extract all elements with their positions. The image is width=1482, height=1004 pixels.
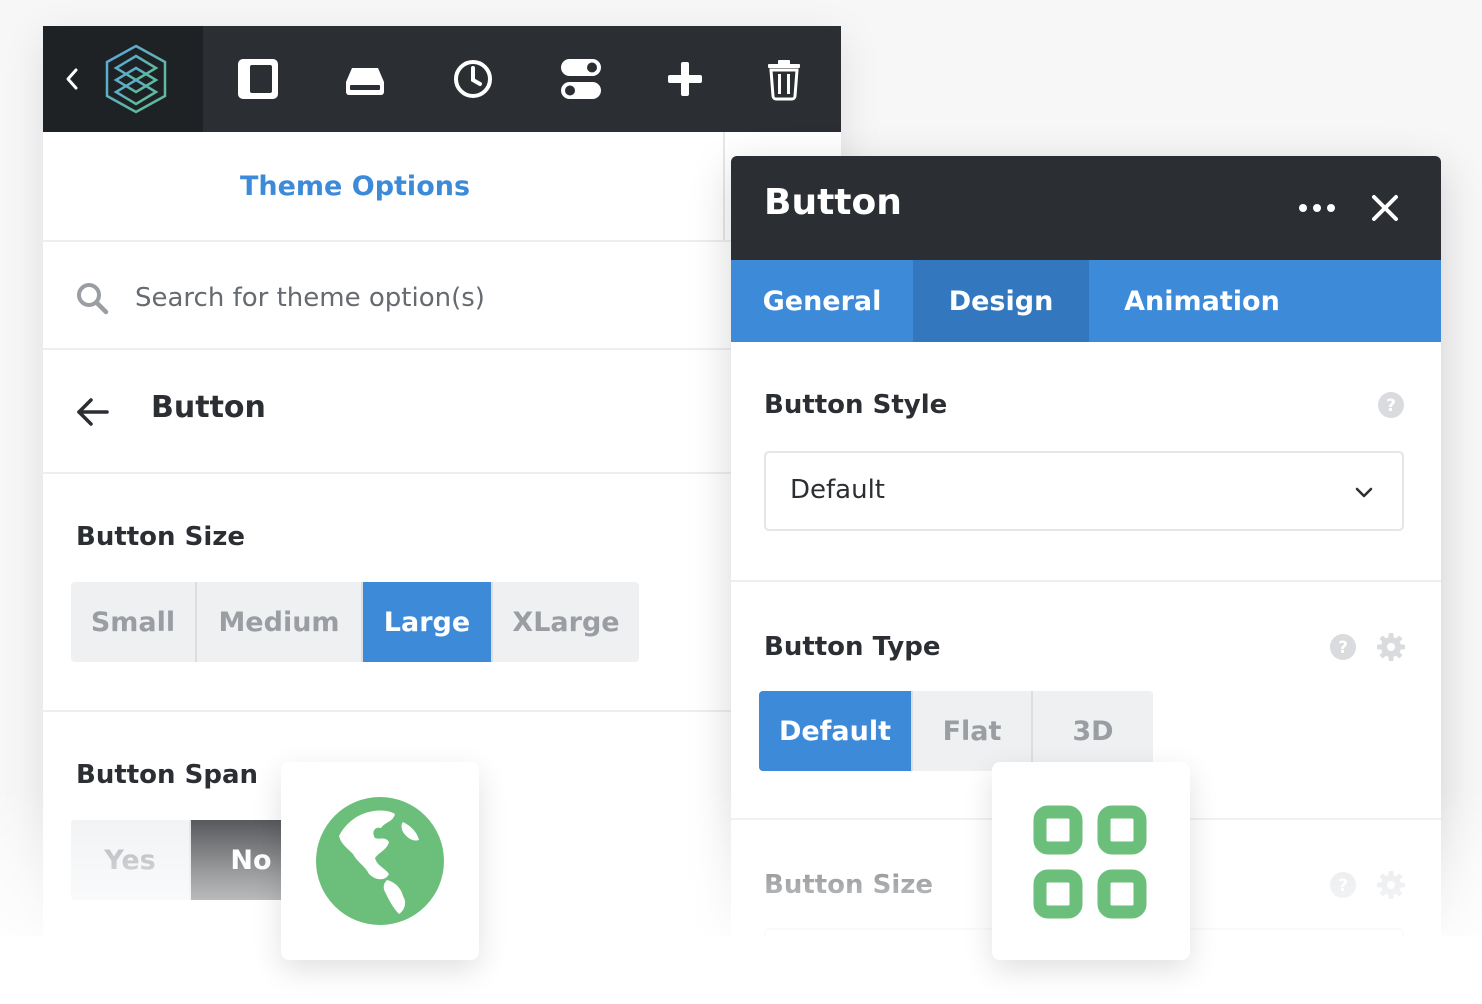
toggles-icon[interactable] — [556, 54, 606, 104]
help-icon[interactable]: ? — [1329, 871, 1357, 899]
drive-icon[interactable] — [340, 54, 390, 104]
button-style-label: Button Style — [764, 390, 948, 420]
section-title: Button — [151, 390, 266, 425]
button-size-small[interactable]: Small — [71, 582, 197, 662]
bottom-area — [0, 936, 1482, 1004]
chevron-down-icon — [1355, 487, 1373, 498]
close-icon[interactable] — [1369, 192, 1401, 224]
gear-icon[interactable] — [1376, 870, 1406, 900]
button-size-label: Button Size — [76, 522, 246, 552]
divider — [43, 240, 841, 242]
grid-icon — [1033, 805, 1147, 919]
svg-text:?: ? — [1386, 396, 1396, 416]
tab-general[interactable]: General — [731, 260, 913, 342]
button-type-label: Button Type — [764, 632, 941, 662]
panel-title: Button — [764, 182, 902, 223]
button-type-default[interactable]: Default — [759, 691, 913, 771]
svg-text:?: ? — [1338, 876, 1348, 896]
tab-design[interactable]: Design — [913, 260, 1089, 342]
trash-icon[interactable] — [759, 54, 809, 104]
button-type-segmented-control: Default Flat 3D — [759, 691, 1153, 771]
title-divider — [723, 132, 725, 240]
plus-icon[interactable] — [660, 54, 710, 104]
grid-tile — [992, 762, 1190, 960]
clock-icon[interactable] — [448, 54, 498, 104]
button-size-segmented-control: Small Medium Large XLarge — [71, 582, 639, 662]
toolbar — [43, 26, 841, 132]
gear-icon[interactable] — [1376, 632, 1406, 662]
button-style-select[interactable]: Default — [764, 451, 1404, 531]
search-input[interactable] — [133, 274, 697, 322]
button-span-segmented-control: Yes No — [71, 820, 311, 900]
more-options-icon[interactable] — [1297, 196, 1337, 220]
globe-tile — [281, 762, 479, 960]
button-style-value: Default — [790, 475, 885, 505]
chevron-left-icon[interactable] — [63, 64, 81, 94]
search-icon — [77, 283, 109, 315]
tab-bar: General Design Animation — [731, 260, 1441, 342]
button-size-large[interactable]: Large — [363, 582, 493, 662]
button-type-flat[interactable]: Flat — [913, 691, 1033, 771]
divider — [43, 710, 841, 712]
tab-animation[interactable]: Animation — [1089, 260, 1315, 342]
sidebar-toggle-icon[interactable] — [233, 54, 283, 104]
svg-text:?: ? — [1338, 638, 1348, 658]
divider — [731, 580, 1441, 582]
help-icon[interactable]: ? — [1377, 391, 1405, 419]
button-span-yes[interactable]: Yes — [71, 820, 191, 900]
button-size-xlarge[interactable]: XLarge — [493, 582, 639, 662]
panel-header: Button — [731, 156, 1441, 260]
button-size-medium[interactable]: Medium — [197, 582, 363, 662]
back-arrow-icon[interactable] — [75, 394, 111, 430]
help-icon[interactable]: ? — [1329, 633, 1357, 661]
panel-title: Theme Options — [239, 170, 471, 202]
app-logo-icon[interactable] — [101, 42, 171, 116]
globe-icon — [316, 797, 444, 925]
button-span-label: Button Span — [76, 760, 258, 790]
button-size-label: Button Size — [764, 870, 934, 900]
button-type-3d[interactable]: 3D — [1033, 691, 1153, 771]
divider — [43, 348, 841, 350]
divider — [43, 472, 841, 474]
